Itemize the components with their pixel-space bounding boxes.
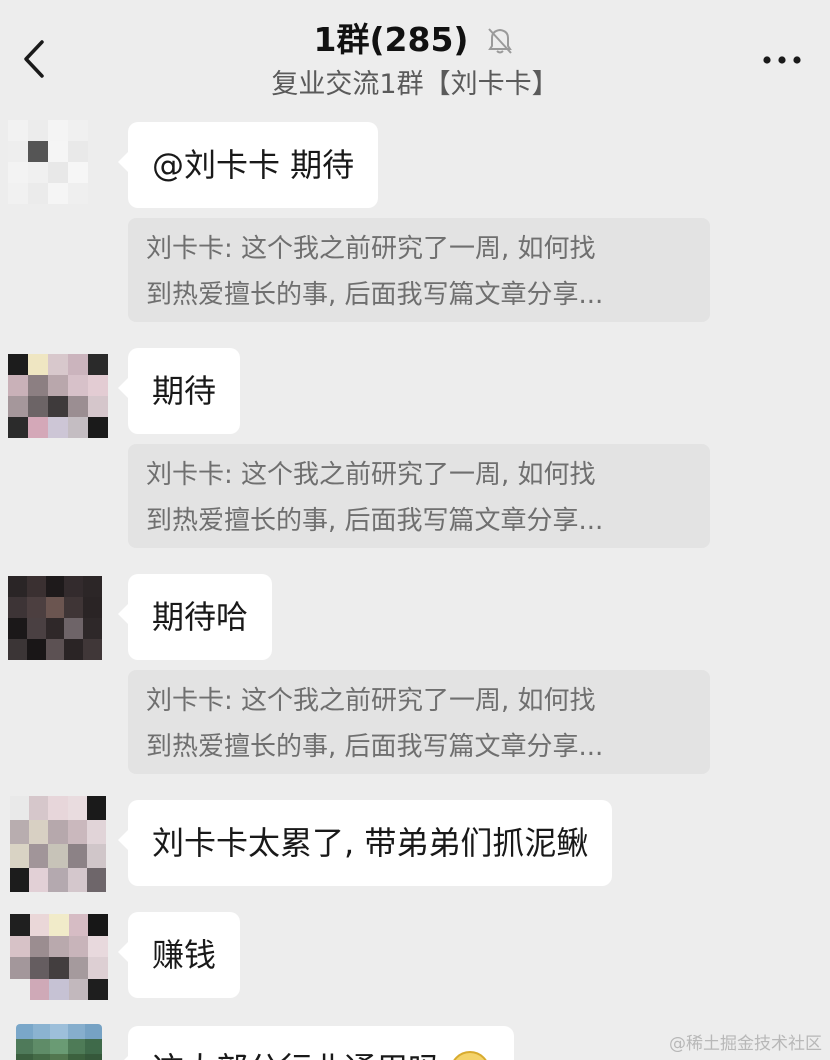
quote-line: 到热爱擅长的事, 后面我写篇文章分享... <box>146 506 604 536</box>
chat-header: 1群(285) 复业交流1群【刘卡卡】 <box>0 0 830 110</box>
avatar[interactable] <box>8 120 108 204</box>
quote-line: 刘卡卡: 这个我之前研究了一周, 如何找 <box>146 460 596 490</box>
quote-line: 到热爱擅长的事, 后面我写篇文章分享... <box>146 280 604 310</box>
avatar[interactable] <box>8 576 102 660</box>
watermark: @稀土掘金技术社区 <box>669 1034 822 1054</box>
message-text: 刘卡卡太累了, 带弟弟们抓泥鳅 <box>152 824 589 862</box>
message-text: 期待哈 <box>152 598 249 636</box>
quote-line: 到热爱擅长的事, 后面我写篇文章分享... <box>146 732 604 762</box>
message-bubble[interactable]: 刘卡卡太累了, 带弟弟们抓泥鳅 <box>117 800 613 886</box>
message-bubble[interactable]: 赚钱 <box>117 912 241 998</box>
more-horizontal-icon[interactable] <box>762 52 802 68</box>
quoted-message[interactable]: 刘卡卡: 这个我之前研究了一周, 如何找 到热爱擅长的事, 后面我写篇文章分享.… <box>128 670 710 774</box>
chat-title: 1群(285) <box>313 20 469 59</box>
chat-title-area[interactable]: 1群(285) 复业交流1群【刘卡卡】 <box>0 18 830 106</box>
message-text: 期待 <box>152 372 217 410</box>
bell-off-icon <box>487 28 512 54</box>
quoted-message[interactable]: 刘卡卡: 这个我之前研究了一周, 如何找 到热爱擅长的事, 后面我写篇文章分享.… <box>128 444 710 548</box>
smile-emoji-icon <box>450 1051 491 1060</box>
message-list[interactable]: @刘卡卡 期待 刘卡卡: 这个我之前研究了一周, 如何找 到热爱擅长的事, 后面… <box>0 110 830 1060</box>
chat-subtitle: 复业交流1群【刘卡卡】 <box>271 69 559 100</box>
quote-line: 刘卡卡: 这个我之前研究了一周, 如何找 <box>146 686 596 716</box>
message-text: @刘卡卡 期待 <box>152 146 355 184</box>
message-bubble[interactable]: @刘卡卡 期待 <box>117 122 379 208</box>
message-text: 这大部分行业通用吗 <box>152 1050 440 1060</box>
avatar[interactable] <box>8 354 108 438</box>
message-text: 赚钱 <box>152 936 217 974</box>
message-bubble[interactable]: 期待 <box>117 348 241 434</box>
quote-line: 刘卡卡: 这个我之前研究了一周, 如何找 <box>146 234 596 264</box>
message-bubble[interactable]: 这大部分行业通用吗 <box>117 1026 515 1060</box>
message-bubble[interactable]: 期待哈 <box>117 574 273 660</box>
avatar[interactable] <box>10 914 108 1000</box>
avatar[interactable] <box>10 796 106 892</box>
quoted-message[interactable]: 刘卡卡: 这个我之前研究了一周, 如何找 到热爱擅长的事, 后面我写篇文章分享.… <box>128 218 710 322</box>
avatar[interactable] <box>16 1024 102 1060</box>
